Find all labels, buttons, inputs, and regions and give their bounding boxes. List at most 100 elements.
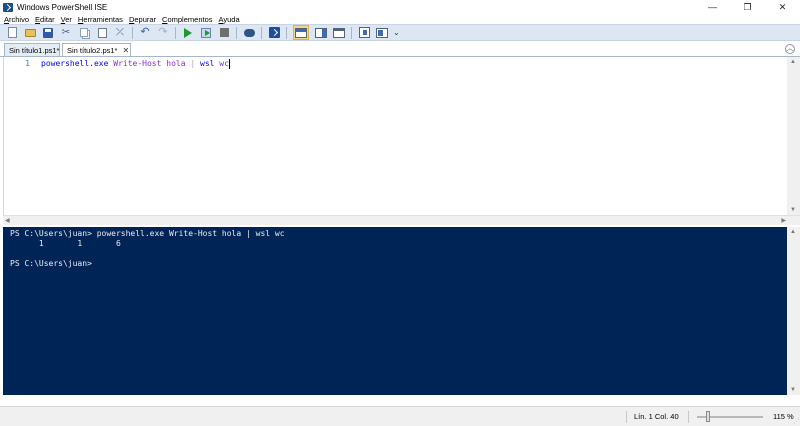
cut-button[interactable]: ✂	[60, 27, 72, 39]
scroll-down-arrow-icon[interactable]: ▼	[790, 207, 796, 213]
code-token-argument: Write-Host	[113, 59, 162, 68]
code-token-command: powershell.exe	[41, 59, 109, 68]
clear-console-button[interactable]: ⤫	[114, 27, 126, 39]
script-code-line[interactable]: powershell.exe Write-Host hola | wsl wc	[41, 59, 230, 69]
script-vertical-scrollbar[interactable]: ▲ ▼	[787, 57, 800, 215]
toolbar: ✂ ⤫ ↶ ↷ ⌄	[0, 24, 800, 41]
stop-button[interactable]	[218, 27, 230, 39]
play-icon	[184, 27, 192, 38]
copy-icon	[80, 28, 88, 37]
scroll-left-arrow-icon[interactable]: ◀	[5, 217, 10, 224]
open-folder-icon	[24, 28, 36, 37]
scroll-up-arrow-icon[interactable]: ▲	[790, 229, 796, 235]
menu-complementos[interactable]: Complementos	[160, 15, 216, 24]
run-selection-button[interactable]	[200, 27, 212, 39]
menu-herramientas-label: erramientas	[83, 14, 123, 24]
remote-powershell-button[interactable]	[243, 27, 255, 39]
run-script-button[interactable]	[182, 27, 194, 39]
undo-button[interactable]: ↶	[139, 27, 151, 39]
menu-editar-label: ditar	[40, 14, 55, 24]
paste-icon	[97, 27, 107, 38]
script-tabs: Sin título1.ps1* Sin título2.ps1* ✕ ︿	[0, 42, 800, 56]
show-script-pane-top-button[interactable]	[293, 25, 309, 40]
menu-ver[interactable]: Ver	[59, 15, 76, 24]
redo-button[interactable]: ↷	[157, 27, 169, 39]
menu-herramientas[interactable]: Herramientas	[76, 15, 127, 24]
collapse-script-pane-icon[interactable]: ︿	[785, 44, 795, 54]
menu-complementos-label: omplementos	[167, 14, 213, 24]
paste-button[interactable]	[96, 27, 108, 39]
menu-archivo[interactable]: Archivo	[2, 15, 33, 24]
console-prompt[interactable]: PS C:\Users\juan>	[10, 259, 285, 269]
powershell-ise-window: Windows PowerShell ISE — ❐ ✕ Archivo Edi…	[0, 0, 800, 426]
start-powershell-button[interactable]	[268, 27, 280, 39]
layout-top-icon	[295, 27, 307, 38]
window-title: Windows PowerShell ISE	[17, 2, 108, 12]
show-script-pane-right-button[interactable]	[315, 27, 327, 39]
toolbar-separator	[351, 26, 352, 39]
show-script-pane-maximized-button[interactable]	[333, 27, 345, 39]
scroll-down-arrow-icon[interactable]: ▼	[790, 387, 796, 393]
zoom-slider-thumb[interactable]	[706, 411, 710, 422]
menu-depurar-label: epurar	[134, 14, 157, 24]
status-separator	[626, 411, 627, 423]
tab-label: Sin título2.ps1*	[67, 45, 118, 55]
maximize-button[interactable]: ❐	[730, 0, 765, 14]
menu-ayuda-label: yuda	[223, 14, 240, 24]
status-bar: Lín. 1 Col. 40 115 % ⋰	[0, 406, 800, 426]
script-editor[interactable]: 1 powershell.exe Write-Host hola | wsl w…	[3, 57, 787, 215]
cursor-position: Lín. 1 Col. 40	[634, 412, 679, 421]
code-token-argument: hola	[166, 59, 186, 68]
text-caret	[228, 59, 230, 69]
code-token-pipe: |	[190, 59, 196, 68]
new-file-icon	[7, 27, 17, 38]
tab-close-icon[interactable]: ✕	[122, 46, 129, 55]
console-pane[interactable]: PS C:\Users\juan> powershell.exe Write-H…	[3, 227, 787, 395]
close-button[interactable]: ✕	[765, 0, 800, 14]
save-disk-icon	[43, 27, 53, 38]
title-bar: Windows PowerShell ISE — ❐ ✕	[0, 0, 800, 14]
code-token-command: wsl	[200, 59, 215, 68]
console-line: 1 1 6	[10, 239, 121, 248]
tab-sin-titulo2[interactable]: Sin título2.ps1* ✕	[62, 43, 131, 56]
broom-icon: ⤫	[116, 26, 124, 38]
copy-button[interactable]	[78, 27, 90, 39]
toolbar-separator	[286, 26, 287, 39]
layout-right-icon	[315, 27, 327, 38]
menu-editar[interactable]: Editar	[33, 15, 59, 24]
open-button[interactable]	[24, 27, 36, 39]
redo-icon: ↷	[158, 26, 168, 38]
line-number-gutter: 1	[4, 57, 34, 215]
code-token-argument: wc	[219, 59, 229, 68]
show-command-addon-button[interactable]	[376, 27, 388, 39]
menu-ayuda[interactable]: Ayuda	[217, 15, 244, 24]
menu-bar: Archivo Editar Ver Herramientas Depurar …	[0, 14, 800, 24]
undo-icon: ↶	[140, 26, 150, 38]
new-script-button[interactable]	[6, 27, 18, 39]
menu-depurar[interactable]: Depurar	[127, 15, 160, 24]
toolbar-separator	[261, 26, 262, 39]
script-horizontal-scrollbar[interactable]: ◀ ▶	[3, 215, 800, 225]
scroll-right-arrow-icon[interactable]: ▶	[781, 217, 786, 224]
remote-tab-icon	[243, 28, 255, 37]
scroll-up-arrow-icon[interactable]: ▲	[790, 59, 796, 65]
tab-sin-titulo1[interactable]: Sin título1.ps1*	[4, 43, 60, 56]
toolbar-separator	[236, 26, 237, 39]
resize-grip-icon[interactable]: ⋰	[793, 418, 799, 425]
window-controls: — ❐ ✕	[695, 0, 800, 14]
powershell-console-icon	[268, 27, 280, 38]
scissors-icon: ✂	[61, 26, 71, 38]
zoom-level: 115 %	[773, 412, 794, 421]
minimize-button[interactable]: —	[695, 0, 730, 14]
run-selection-icon	[201, 27, 211, 38]
command-window-icon	[358, 27, 370, 38]
toolbar-overflow-icon[interactable]: ⌄	[393, 28, 400, 37]
show-command-window-button[interactable]	[358, 27, 370, 39]
console-vertical-scrollbar[interactable]: ▲ ▼	[787, 227, 800, 395]
powershell-app-icon	[3, 2, 13, 12]
toolbar-separator	[175, 26, 176, 39]
layout-maximized-icon	[333, 27, 345, 38]
stop-icon	[219, 28, 229, 37]
console-line: PS C:\Users\juan> powershell.exe Write-H…	[10, 229, 285, 238]
save-button[interactable]	[42, 27, 54, 39]
